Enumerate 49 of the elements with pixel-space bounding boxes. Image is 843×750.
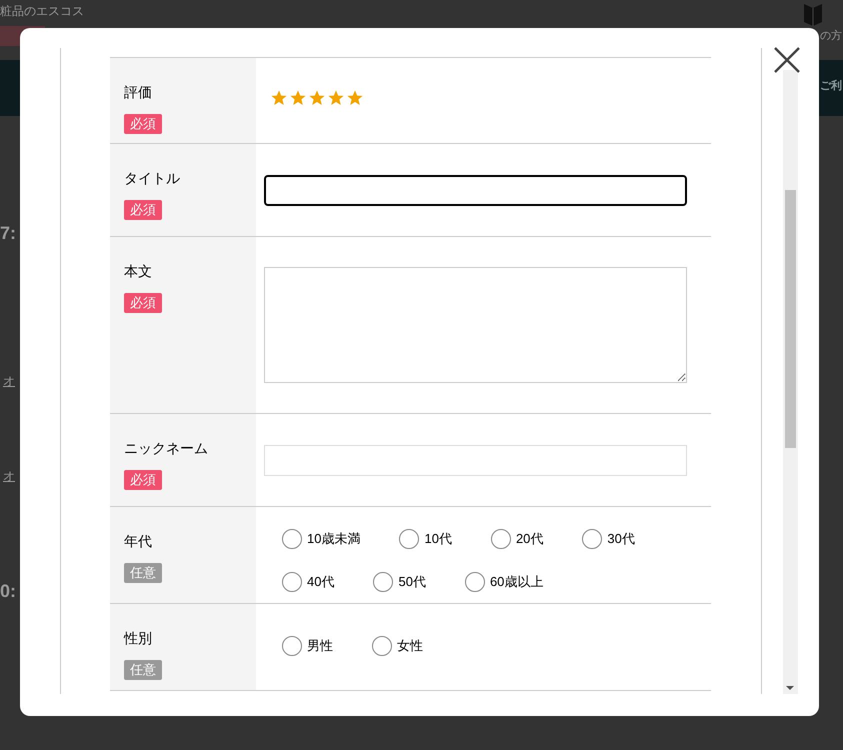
row-link[interactable]: オ bbox=[3, 372, 15, 390]
optional-badge: 任意 bbox=[124, 660, 162, 680]
header-text: 粧品のエスコス bbox=[0, 3, 84, 20]
radio-label[interactable]: 60歳以上 bbox=[490, 574, 544, 589]
header-link[interactable]: の方 bbox=[820, 28, 842, 44]
radio-label[interactable]: 30代 bbox=[607, 531, 635, 546]
required-badge: 必須 bbox=[124, 200, 162, 220]
required-badge: 必須 bbox=[124, 293, 162, 313]
scroll-down-arrow-icon[interactable] bbox=[786, 686, 794, 690]
radio-button[interactable] bbox=[282, 529, 302, 550]
star-icon[interactable] bbox=[290, 90, 306, 106]
radio-label[interactable]: 50代 bbox=[398, 574, 426, 589]
row-text: 0: bbox=[0, 580, 16, 603]
radio-label[interactable]: 男性 bbox=[307, 638, 333, 653]
radio-button[interactable] bbox=[399, 529, 420, 550]
star-icon[interactable] bbox=[347, 90, 363, 106]
radio-button[interactable] bbox=[582, 529, 602, 550]
field-label: 性別 bbox=[124, 629, 152, 648]
row-link[interactable]: オ bbox=[3, 467, 15, 485]
radio-label[interactable]: 女性 bbox=[397, 638, 423, 653]
radio-button[interactable] bbox=[490, 529, 511, 550]
field-label: タイトル bbox=[124, 169, 180, 188]
text-input-field[interactable] bbox=[264, 175, 687, 206]
star-icon[interactable] bbox=[328, 90, 344, 106]
radio-label[interactable]: 10代 bbox=[424, 531, 452, 546]
radio-label[interactable]: 10歳未満 bbox=[307, 531, 360, 546]
star-icon[interactable] bbox=[271, 90, 287, 106]
radio-button[interactable] bbox=[464, 572, 485, 592]
required-badge: 必須 bbox=[124, 470, 162, 490]
radio-button[interactable] bbox=[282, 572, 302, 592]
radio-button[interactable] bbox=[373, 572, 394, 592]
radio-label[interactable]: 40代 bbox=[307, 574, 334, 589]
radio-label[interactable]: 20代 bbox=[516, 531, 544, 546]
field-label: ニックネーム bbox=[124, 439, 208, 458]
field-label: 本文 bbox=[124, 262, 152, 281]
close-button[interactable] bbox=[774, 47, 800, 73]
nav-text[interactable]: ご利 bbox=[820, 78, 842, 94]
field-label: 評価 bbox=[124, 83, 152, 102]
book-icon[interactable] bbox=[802, 2, 824, 26]
radio-button[interactable] bbox=[282, 636, 302, 656]
text-area-field[interactable] bbox=[264, 267, 687, 383]
field-label: 年代 bbox=[124, 532, 152, 551]
optional-badge: 任意 bbox=[124, 563, 162, 583]
scrollbar-track[interactable] bbox=[783, 70, 798, 694]
row-text: 7: bbox=[0, 222, 16, 245]
star-icon[interactable] bbox=[309, 90, 325, 106]
scrollbar-thumb[interactable] bbox=[785, 190, 796, 448]
radio-button[interactable] bbox=[372, 636, 392, 656]
required-badge: 必須 bbox=[124, 114, 162, 134]
